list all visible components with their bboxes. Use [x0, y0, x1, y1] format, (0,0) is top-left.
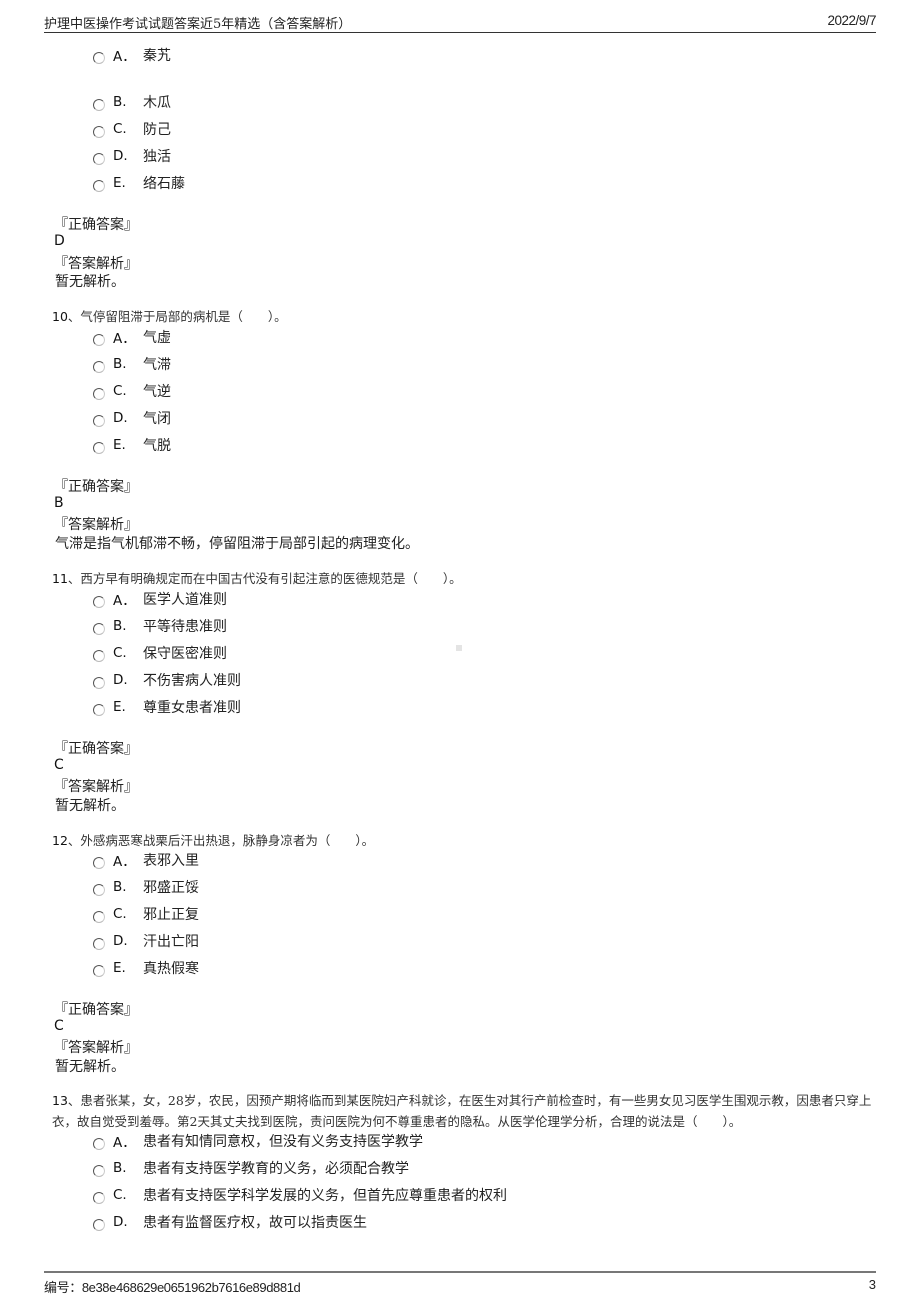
correct-answer-label: 『正确答案』 — [54, 1002, 138, 1018]
radio-icon[interactable] — [93, 52, 105, 64]
q9-option-e[interactable]: E. 络石藤 — [93, 173, 185, 193]
analysis-text: 暂无解析。 — [55, 1059, 125, 1075]
q11-option-c[interactable]: C. 保守医密准则 — [93, 643, 227, 663]
q12-option-d[interactable]: D. 汗出亡阳 — [93, 931, 199, 951]
q11-option-d[interactable]: D. 不伤害病人准则 — [93, 670, 241, 690]
q9-option-a[interactable]: A． 秦艽 — [93, 45, 171, 65]
q9-option-c[interactable]: C. 防己 — [93, 119, 171, 139]
radio-icon[interactable] — [93, 965, 105, 977]
radio-icon[interactable] — [93, 1165, 105, 1177]
radio-icon[interactable] — [93, 415, 105, 427]
analysis-label: 『答案解析』 — [54, 1040, 138, 1056]
q10-option-b[interactable]: B. 气滞 — [93, 354, 171, 374]
radio-icon[interactable] — [93, 1192, 105, 1204]
q12-option-a[interactable]: A． 表邪入里 — [93, 850, 199, 870]
analysis-label: 『答案解析』 — [54, 517, 138, 533]
q10-option-c[interactable]: C. 气逆 — [93, 381, 171, 401]
analysis-label: 『答案解析』 — [54, 256, 138, 272]
radio-icon[interactable] — [93, 911, 105, 923]
q9-option-b[interactable]: B. 木瓜 — [93, 92, 171, 112]
page-header: 护理中医操作考试试题答案近5年精选（含答案解析） 2022/9/7 — [44, 10, 876, 33]
radio-icon[interactable] — [93, 596, 105, 608]
radio-icon[interactable] — [93, 180, 105, 192]
q11-option-e[interactable]: E. 尊重女患者准则 — [93, 697, 241, 717]
q12-option-b[interactable]: B. 邪盛正馁 — [93, 877, 199, 897]
document-date: 2022/9/7 — [827, 13, 876, 28]
analysis-text: 暂无解析。 — [55, 798, 125, 814]
q13-option-d[interactable]: D. 患者有监督医疗权，故可以指责医生 — [93, 1212, 367, 1232]
q12-option-e[interactable]: E. 真热假寒 — [93, 958, 199, 978]
radio-icon[interactable] — [93, 1219, 105, 1231]
radio-icon[interactable] — [93, 99, 105, 111]
analysis-label: 『答案解析』 — [54, 779, 138, 795]
q11-option-a[interactable]: A． 医学人道准则 — [93, 589, 227, 609]
question-10: 10、气停留阻滞于局部的病机是（ ）。 — [52, 309, 287, 324]
document-title: 护理中医操作考试试题答案近5年精选（含答案解析） — [44, 17, 352, 32]
radio-icon[interactable] — [93, 361, 105, 373]
page-marker — [456, 645, 462, 651]
q13-option-c[interactable]: C. 患者有支持医学科学发展的义务，但首先应尊重患者的权利 — [93, 1185, 507, 1205]
radio-icon[interactable] — [93, 623, 105, 635]
radio-icon[interactable] — [93, 126, 105, 138]
question-13: 13、患者张某，女，28岁，农民，因预产期将临而到某医院妇产科就诊，在医生对其行… — [52, 1093, 872, 1129]
radio-icon[interactable] — [93, 884, 105, 896]
question-11: 11、西方早有明确规定而在中国古代没有引起注意的医德规范是（ ）。 — [52, 571, 462, 586]
correct-answer-value: D — [54, 233, 65, 249]
radio-icon[interactable] — [93, 388, 105, 400]
radio-icon[interactable] — [93, 442, 105, 454]
radio-icon[interactable] — [93, 153, 105, 165]
analysis-text: 气滞是指气机郁滞不畅，停留阻滞于局部引起的病理变化。 — [55, 536, 419, 552]
q9-option-d[interactable]: D. 独活 — [93, 146, 171, 166]
document-code: 编号：8e38e468629e0651962b7616e89d881d — [44, 1280, 301, 1296]
page-number: 3 — [868, 1277, 876, 1292]
q10-option-e[interactable]: E. 气脱 — [93, 435, 171, 455]
radio-icon[interactable] — [93, 334, 105, 346]
analysis-text: 暂无解析。 — [55, 274, 125, 290]
q13-option-a[interactable]: A． 患者有知情同意权，但没有义务支持医学教学 — [93, 1131, 423, 1151]
radio-icon[interactable] — [93, 650, 105, 662]
correct-answer-label: 『正确答案』 — [54, 741, 138, 757]
q10-option-a[interactable]: A． 气虚 — [93, 327, 171, 347]
question-12: 12、外感病恶寒战栗后汗出热退，脉静身凉者为（ ）。 — [52, 833, 375, 848]
correct-answer-label: 『正确答案』 — [54, 479, 138, 495]
radio-icon[interactable] — [93, 857, 105, 869]
q13-option-b[interactable]: B. 患者有支持医学教育的义务，必须配合教学 — [93, 1158, 409, 1178]
correct-answer-value: C — [54, 757, 64, 773]
radio-icon[interactable] — [93, 704, 105, 716]
page-footer: 编号：8e38e468629e0651962b7616e89d881d 3 — [44, 1271, 876, 1296]
radio-icon[interactable] — [93, 677, 105, 689]
q12-option-c[interactable]: C. 邪止正复 — [93, 904, 199, 924]
q10-option-d[interactable]: D. 气闭 — [93, 408, 171, 428]
correct-answer-value: C — [54, 1018, 64, 1034]
correct-answer-value: B — [54, 495, 64, 511]
radio-icon[interactable] — [93, 1138, 105, 1150]
correct-answer-label: 『正确答案』 — [54, 217, 138, 233]
radio-icon[interactable] — [93, 938, 105, 950]
q11-option-b[interactable]: B. 平等待患准则 — [93, 616, 227, 636]
